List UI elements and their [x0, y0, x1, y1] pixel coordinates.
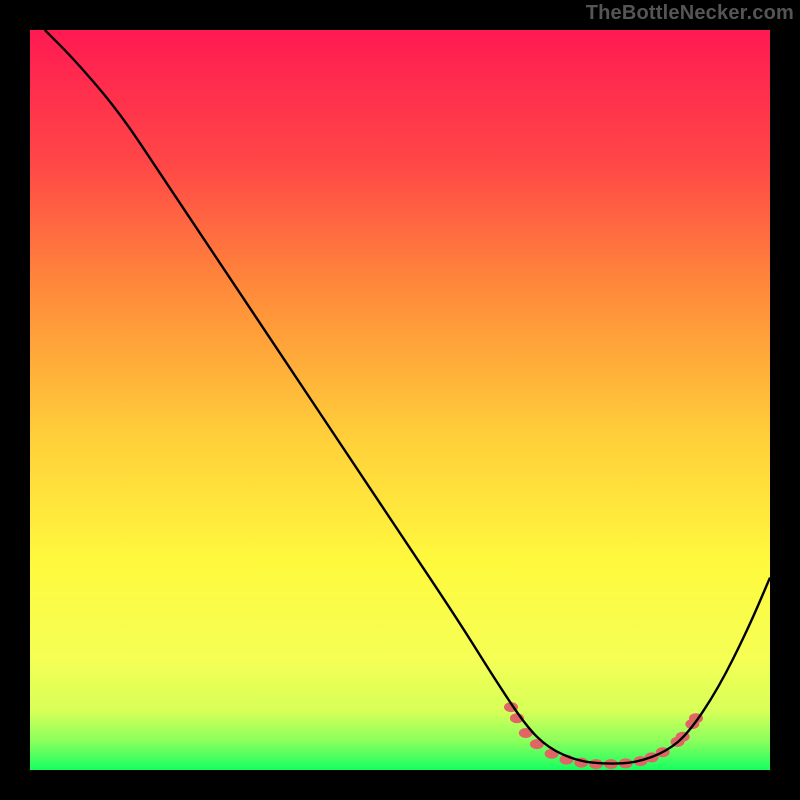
gradient-background [30, 30, 770, 770]
chart-svg [30, 30, 770, 770]
watermark-label: TheBottleNecker.com [586, 2, 794, 25]
chart-frame: TheBottleNecker.com [0, 0, 800, 800]
plot-area [30, 30, 770, 770]
